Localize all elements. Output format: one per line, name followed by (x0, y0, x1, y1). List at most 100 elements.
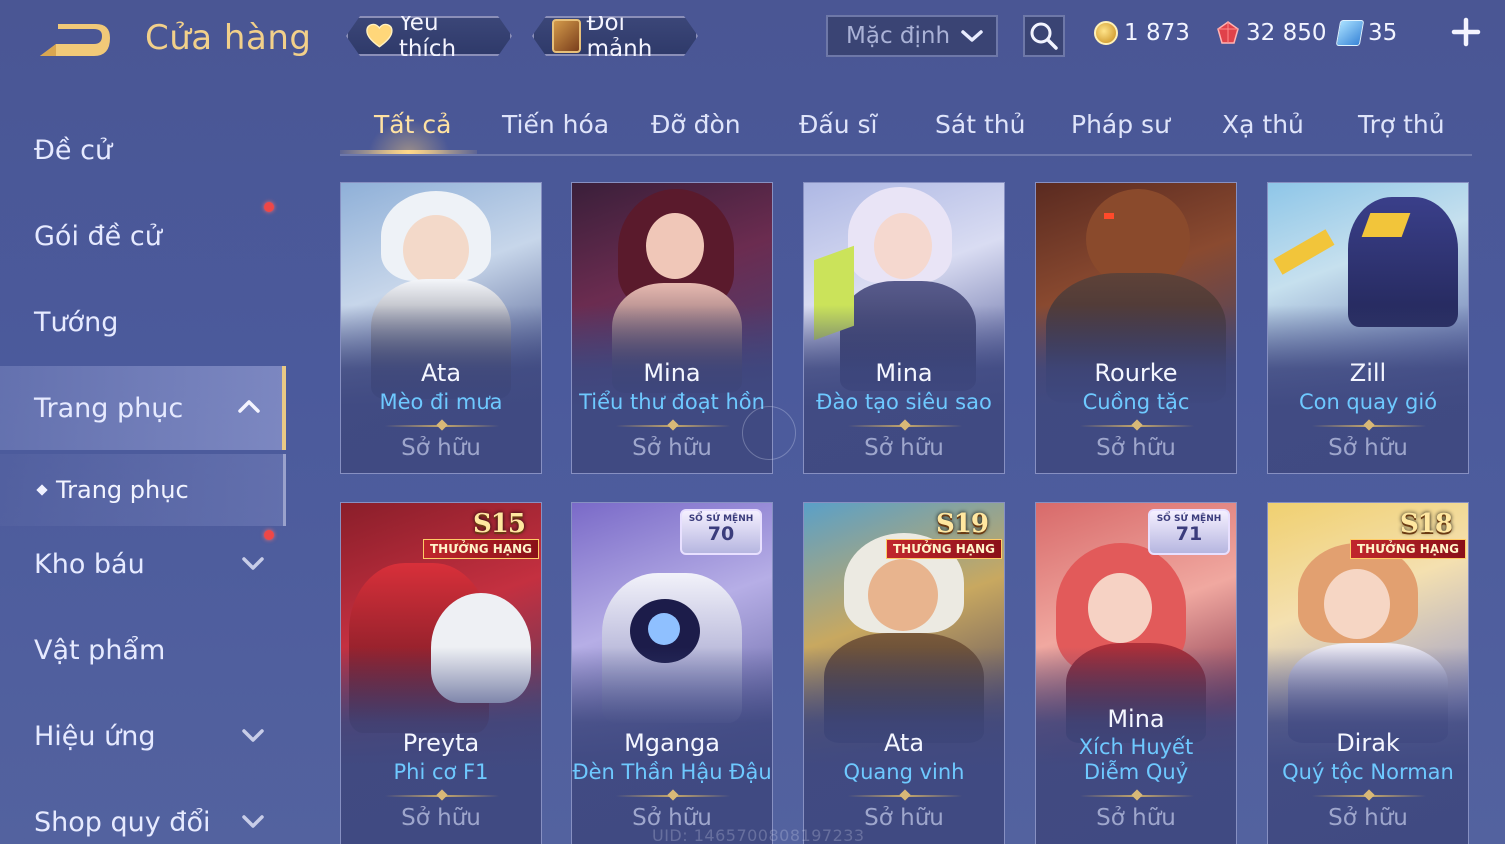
chevron-up-icon (238, 400, 260, 413)
chevron-down-icon (242, 815, 264, 828)
sidebar-item-label: Gói đề cử (34, 220, 162, 252)
sidebar-item-skins[interactable]: Trang phục (0, 366, 286, 450)
hero-name: Zill (1349, 359, 1387, 387)
divider (1080, 425, 1194, 427)
skin-card[interactable]: S19 THƯỞNG HẠNG Ata Quang vinh Sở hữu (803, 502, 1005, 844)
tab-evolution[interactable]: Tiến hóa (502, 110, 609, 139)
skin-name: Quý tộc Norman (1282, 760, 1454, 784)
add-currency-button[interactable] (1450, 16, 1482, 48)
skin-name: Con quay gió (1298, 390, 1438, 414)
season-rank-badge: S19 THƯỞNG HẠNG (885, 509, 1002, 559)
rank-reward-label: THƯỞNG HẠNG (1349, 539, 1466, 559)
season-rank-badge: S15 THƯỞNG HẠNG (422, 509, 539, 559)
favorites-button[interactable]: Yêu thích (346, 16, 512, 56)
tab-marksman[interactable]: Xạ thủ (1222, 110, 1304, 139)
hero-name: Mina (643, 359, 701, 387)
sidebar-item-items[interactable]: Vật phẩm (0, 608, 286, 692)
bullet-icon (36, 484, 48, 496)
skin-card[interactable]: SỔ SỨ MỆNH 71 Mina Xích Huyết Diễm Quỷ S… (1035, 502, 1237, 844)
sidebar-item-recommended[interactable]: Đề cử (0, 108, 286, 192)
ruby-amount: 32 850 (1246, 20, 1327, 46)
skin-name: Phi cơ F1 (393, 760, 489, 784)
skin-name: Quang vinh (843, 760, 965, 784)
search-button[interactable] (1023, 15, 1065, 57)
sidebar-item-recommended-packs[interactable]: Gói đề cử (0, 194, 286, 278)
mission-book-badge: SỔ SỨ MỆNH 71 (1148, 509, 1230, 555)
mission-book-number: 71 (1175, 523, 1203, 545)
sort-dropdown[interactable]: Mặc định (826, 15, 998, 57)
sidebar-item-effects[interactable]: Hiệu ứng (0, 694, 286, 778)
exchange-label: Đổi mảnh (586, 10, 653, 62)
divider (1312, 795, 1426, 797)
owned-status: Sở hữu (1096, 435, 1176, 461)
category-tabs: Tất cả Tiến hóa Đỡ đòn Đấu sĩ Sát thủ Ph… (340, 100, 1472, 156)
hero-name: Dirak (1336, 729, 1400, 757)
exchange-shards-button[interactable]: Đổi mảnh (532, 16, 698, 56)
skin-card[interactable]: Zill Con quay gió Sở hữu (1267, 182, 1469, 474)
divider (385, 795, 499, 797)
active-tab-indicator (340, 150, 477, 154)
sidebar-item-label: Kho báu (34, 548, 145, 580)
hero-name: Mina (875, 359, 933, 387)
divider (616, 795, 730, 797)
divider (848, 425, 962, 427)
sidebar-subitem-skins[interactable]: Trang phục (0, 454, 286, 526)
tab-tank[interactable]: Đỡ đòn (651, 110, 741, 139)
season-label: S19 (936, 509, 989, 539)
search-icon (1030, 22, 1058, 50)
sidebar-item-heroes[interactable]: Tướng (0, 280, 286, 364)
divider (1312, 425, 1426, 427)
tab-support[interactable]: Trợ thủ (1358, 110, 1445, 139)
tab-all[interactable]: Tất cả (374, 110, 451, 139)
ruby-balance: 32 850 (1216, 18, 1326, 48)
season-rank-badge: S18 THƯỞNG HẠNG (1349, 509, 1466, 559)
chevron-down-icon (242, 729, 264, 742)
skin-name: Mèo đi mưa (379, 390, 503, 414)
skin-card[interactable]: Rourke Cuồng tặc Sở hữu (1035, 182, 1237, 474)
hero-name: Mina (1107, 705, 1165, 733)
favorites-label: Yêu thích (398, 10, 457, 62)
skin-name: Đào tạo siêu sao (816, 390, 992, 414)
top-bar: Cửa hàng Yêu thích Đổi mảnh Mặc định 1 8… (0, 0, 1505, 78)
back-arrow-icon (40, 24, 110, 56)
skin-card[interactable]: Ata Mèo đi mưa Sở hữu (340, 182, 542, 474)
sidebar-item-label: Shop quy đổi (34, 806, 211, 838)
voucher-amount: 35 (1368, 20, 1398, 46)
tab-fighter[interactable]: Đấu sĩ (799, 110, 877, 139)
divider (848, 795, 962, 797)
divider (616, 425, 730, 427)
back-button[interactable] (36, 22, 112, 62)
notification-dot (264, 530, 274, 540)
skin-card[interactable]: Mina Đào tạo siêu sao Sở hữu (803, 182, 1005, 474)
season-label: S15 (473, 509, 526, 539)
gold-coin-icon (1094, 21, 1118, 45)
tab-mage[interactable]: Pháp sư (1071, 110, 1170, 139)
owned-status: Sở hữu (864, 435, 944, 461)
tab-assassin[interactable]: Sát thủ (935, 110, 1025, 139)
skin-card[interactable]: S15 THƯỞNG HẠNG Preyta Phi cơ F1 Sở hữu (340, 502, 542, 844)
divider (385, 425, 499, 427)
mission-book-number: 70 (707, 523, 735, 545)
skin-name: Đèn Thần Hậu Đậu (572, 760, 772, 784)
skin-card[interactable]: S18 THƯỞNG HẠNG Dirak Quý tộc Norman Sở … (1267, 502, 1469, 844)
hero-name: Ata (420, 359, 462, 387)
skin-card[interactable]: SỔ SỨ MỆNH 70 Mganga Đèn Thần Hậu Đậu Sở… (571, 502, 773, 844)
gold-amount: 1 873 (1124, 20, 1190, 46)
owned-status: Sở hữu (1328, 435, 1408, 461)
hero-name: Preyta (402, 729, 480, 757)
skin-grid: Ata Mèo đi mưa Sở hữu Mina Tiểu thư đoạt… (340, 182, 1470, 844)
sidebar-item-label: Tướng (34, 306, 119, 338)
sidebar-item-exchange-shop[interactable]: Shop quy đổi (0, 780, 286, 844)
season-label: S18 (1400, 509, 1453, 539)
sidebar: Đề cử Gói đề cử Tướng Trang phục Trang p… (0, 98, 290, 844)
ruby-gem-icon (1217, 21, 1239, 44)
heart-icon (366, 22, 393, 50)
skin-name: Xích Huyết Diễm Quỷ (1078, 735, 1194, 784)
voucher-balance: 35 (1335, 18, 1398, 48)
sidebar-item-label: Hiệu ứng (34, 720, 156, 752)
owned-status: Sở hữu (401, 805, 481, 831)
skin-name: Tiểu thư đoạt hồn (579, 390, 765, 414)
sidebar-item-label: Trang phục (34, 392, 184, 424)
sidebar-item-treasure[interactable]: Kho báu (0, 522, 286, 606)
rank-reward-label: THƯỞNG HẠNG (422, 539, 539, 559)
